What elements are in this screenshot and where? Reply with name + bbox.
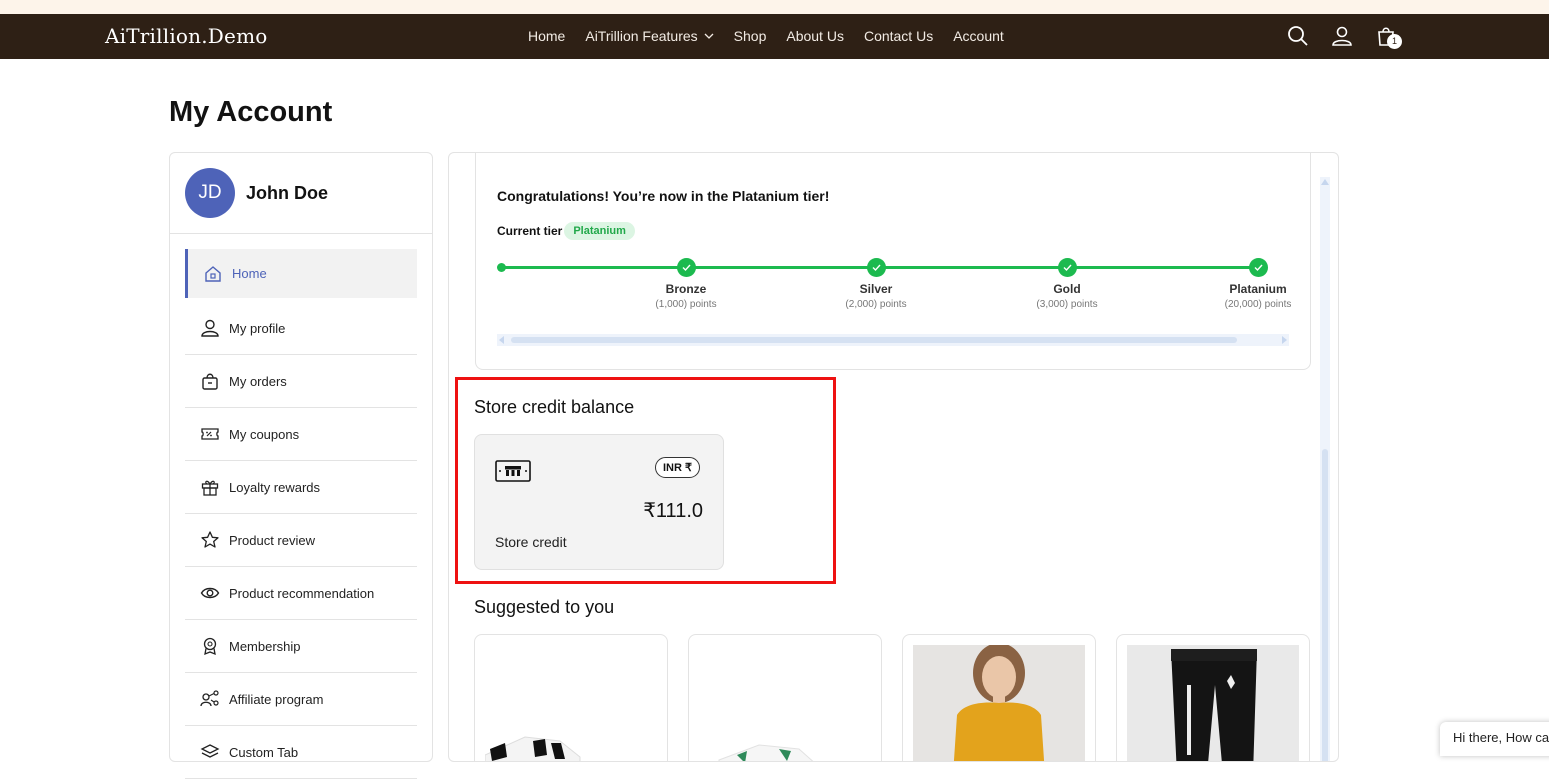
product-card[interactable] (688, 634, 882, 761)
milestone-check-icon (867, 258, 886, 277)
sidebar-item-recommendation[interactable]: Product recommendation (185, 567, 417, 620)
sidebar-item-label: Affiliate program (229, 691, 324, 707)
product-image-sneaker (485, 645, 657, 761)
search-icon[interactable] (1286, 24, 1310, 48)
milestone-points: (2,000) points (845, 299, 907, 310)
milestone-name: Silver (859, 282, 893, 296)
milestone-points: (3,000) points (1036, 299, 1098, 310)
sidebar-item-custom-tab[interactable]: Custom Tab (185, 726, 417, 779)
milestone-name: Platanium (1229, 282, 1287, 296)
star-icon (201, 531, 219, 548)
account-icon[interactable] (1330, 24, 1354, 48)
sidebar-item-label: Membership (229, 638, 301, 654)
sidebar-item-coupons[interactable]: My coupons (185, 408, 417, 461)
sidebar-item-profile[interactable]: My profile (185, 302, 417, 355)
scroll-right-arrow-icon[interactable] (1282, 336, 1287, 344)
vertical-scroll-thumb[interactable] (1322, 449, 1328, 761)
tier-badge: Platanium (564, 222, 635, 240)
vertical-scrollbar[interactable] (1320, 177, 1330, 761)
nav-home[interactable]: Home (528, 28, 565, 44)
milestone-name: Bronze (665, 282, 707, 296)
gift-icon (201, 480, 219, 496)
milestone-points: (20,000) points (1224, 299, 1292, 310)
site-header: AiTrillion.Demo Home AiTrillion Features… (0, 14, 1549, 59)
current-tier-label: Current tier (497, 224, 563, 238)
sidebar-item-label: Product recommendation (229, 585, 375, 601)
user-name: John Doe (246, 182, 329, 203)
nav-contact[interactable]: Contact Us (864, 28, 933, 44)
sidebar-menu: Home My profile My orders My coupons Loy… (185, 249, 417, 779)
share-icon (200, 690, 219, 707)
chevron-down-icon (704, 33, 714, 39)
milestone-check-icon (1058, 258, 1077, 277)
nav-about[interactable]: About Us (786, 28, 844, 44)
scroll-left-arrow-icon[interactable] (499, 336, 504, 344)
milestone-check-icon (677, 258, 696, 277)
chat-widget[interactable]: Hi there, How can (1440, 722, 1549, 756)
sidebar-item-label: Home (232, 266, 267, 281)
horizontal-scroll-thumb[interactable] (511, 337, 1237, 343)
home-icon (205, 265, 221, 282)
sidebar-item-label: Product review (229, 532, 315, 548)
nav-features-label: AiTrillion Features (585, 28, 698, 44)
sidebar-item-label: My coupons (229, 426, 300, 442)
layers-icon (200, 744, 220, 758)
sidebar-item-loyalty[interactable]: Loyalty rewards (185, 461, 417, 514)
eye-icon (200, 587, 220, 599)
medal-icon (203, 637, 217, 656)
product-card[interactable] (1116, 634, 1310, 761)
sidebar-item-membership[interactable]: Membership (185, 620, 417, 673)
tier-congrats-title: Congratulations! You’re now in the Plata… (497, 188, 830, 204)
sidebar-item-affiliate[interactable]: Affiliate program (185, 673, 417, 726)
nav-shop[interactable]: Shop (734, 28, 767, 44)
sidebar-item-label: Loyalty rewards (229, 479, 321, 495)
highlight-annotation-box (455, 377, 836, 584)
cart-count-badge: 1 (1387, 34, 1402, 49)
nav-account[interactable]: Account (953, 28, 1004, 44)
sidebar-item-label: My profile (229, 320, 286, 336)
site-logo[interactable]: AiTrillion.Demo (105, 24, 267, 48)
user-icon (201, 319, 219, 337)
page-title: My Account (169, 96, 333, 128)
sidebar-item-home[interactable]: Home (185, 249, 417, 298)
bag-icon (202, 373, 218, 390)
product-card[interactable] (902, 634, 1096, 761)
sidebar-item-orders[interactable]: My orders (185, 355, 417, 408)
milestone-check-icon (1249, 258, 1268, 277)
product-image-black-joggers (1127, 645, 1299, 761)
scroll-up-arrow-icon[interactable] (1321, 179, 1329, 185)
horizontal-scrollbar[interactable] (497, 334, 1289, 346)
user-info: JD John Doe (185, 168, 328, 218)
milestone-points: (1,000) points (655, 299, 717, 310)
chat-greeting: Hi there, How can (1453, 730, 1549, 745)
main-nav: Home AiTrillion Features Shop About Us C… (528, 28, 1024, 44)
current-tier: Current tier Platanium (497, 222, 635, 240)
announcement-strip (0, 0, 1549, 14)
nav-features[interactable]: AiTrillion Features (585, 28, 714, 44)
sidebar-item-label: Custom Tab (229, 744, 299, 760)
product-card[interactable] (474, 634, 668, 761)
milestone-name: Gold (1053, 282, 1081, 296)
suggested-heading: Suggested to you (474, 597, 615, 617)
coupon-icon (201, 428, 219, 440)
sidebar-divider (170, 233, 432, 234)
product-image-yellow-sweater (913, 645, 1085, 761)
sidebar-item-label: My orders (229, 373, 287, 389)
account-sidebar: JD John Doe Home My profile My orders My… (169, 152, 433, 779)
sidebar-item-review[interactable]: Product review (185, 514, 417, 567)
tier-start-dot (497, 263, 506, 272)
avatar: JD (185, 168, 235, 218)
product-image-sneaker (699, 645, 871, 761)
tier-progress-card: Congratulations! You’re now in the Plata… (475, 153, 1311, 370)
